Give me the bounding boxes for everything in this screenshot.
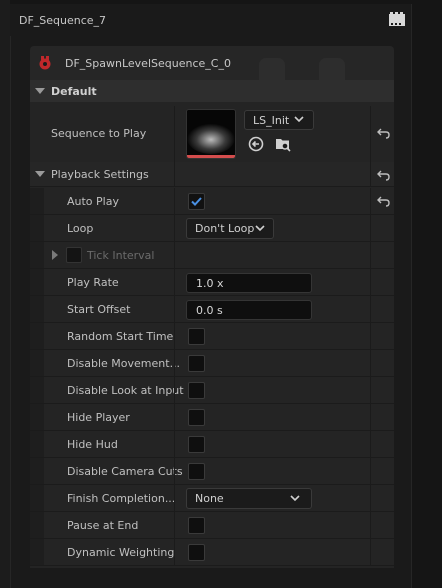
- chevron-down-icon: [255, 225, 265, 232]
- thumbnail-image: [187, 110, 235, 158]
- indent: [30, 404, 44, 430]
- reset-arrow-icon[interactable]: [377, 169, 391, 181]
- indent: [30, 539, 44, 565]
- property-label: Disable Movement...: [67, 357, 181, 370]
- sequence-thumbnail[interactable]: [186, 109, 236, 159]
- property-label: Finish Completion...: [67, 492, 176, 505]
- indent: [30, 350, 44, 376]
- header-tab: [319, 58, 345, 80]
- row-disable-movement: Disable Movement...: [30, 350, 394, 377]
- chevron-down-icon: [35, 88, 45, 94]
- disable-camera-cuts-checkbox[interactable]: [188, 463, 205, 480]
- column-divider: [174, 188, 175, 566]
- property-label: Start Offset: [67, 303, 131, 316]
- use-selected-arrow-icon[interactable]: [248, 136, 264, 152]
- hide-player-checkbox[interactable]: [188, 409, 205, 426]
- row-tick-interval[interactable]: Tick Interval: [30, 242, 394, 269]
- play-rate-value: 1.0 x: [196, 277, 224, 290]
- auto-play-checkbox[interactable]: [188, 193, 205, 210]
- indent: [30, 485, 44, 511]
- loop-value: Don't Loop: [195, 222, 255, 235]
- chevron-down-icon: [294, 116, 304, 123]
- pause-at-end-checkbox[interactable]: [188, 517, 205, 534]
- sequence-asset-value: LS_Init: [253, 114, 290, 127]
- blueprint-object-icon: [39, 56, 51, 70]
- disable-look-at-input-checkbox[interactable]: [188, 382, 205, 399]
- property-label: Disable Look at Input: [67, 384, 184, 397]
- indent: [30, 242, 44, 268]
- property-label: Auto Play: [67, 195, 119, 208]
- property-label: Sequence to Play: [51, 127, 147, 140]
- property-label: Tick Interval: [87, 249, 155, 262]
- property-label: Disable Camera Cuts: [67, 465, 183, 478]
- tick-interval-checkbox[interactable]: [66, 247, 82, 263]
- chevron-down-icon: [290, 495, 300, 502]
- category-default[interactable]: Default: [30, 80, 394, 102]
- disable-movement-checkbox[interactable]: [188, 355, 205, 372]
- window-title: DF_Sequence_7: [19, 14, 107, 27]
- indent: [30, 215, 44, 241]
- property-label: Play Rate: [67, 276, 119, 289]
- column-divider: [370, 188, 371, 566]
- dynamic-weighting-checkbox[interactable]: [188, 544, 205, 561]
- column-divider: [370, 162, 371, 186]
- browse-folder-icon[interactable]: [275, 136, 291, 152]
- category-playback-settings[interactable]: Playback Settings: [30, 162, 394, 187]
- row-disable-look-at-input: Disable Look at Input: [30, 377, 394, 404]
- film-sequence-icon[interactable]: [388, 11, 406, 27]
- finish-completion-combo[interactable]: None: [186, 488, 312, 509]
- category-label: Default: [51, 85, 97, 98]
- property-label: Hide Player: [67, 411, 130, 424]
- row-random-start-time: Random Start Time: [30, 323, 394, 350]
- property-label: Random Start Time: [67, 330, 174, 343]
- left-strip: [0, 0, 10, 588]
- indent: [30, 377, 44, 403]
- row-auto-play: Auto Play: [30, 188, 394, 215]
- row-dynamic-weighting: Dynamic Weighting: [30, 539, 394, 566]
- start-offset-value: 0.0 s: [196, 304, 223, 317]
- indent: [30, 431, 44, 457]
- indent: [30, 269, 44, 295]
- row-disable-camera-cuts: Disable Camera Cuts: [30, 458, 394, 485]
- sequence-asset-combo[interactable]: LS_Init: [244, 110, 314, 130]
- start-offset-input[interactable]: 0.0 s: [186, 300, 312, 320]
- header-tab: [259, 58, 285, 80]
- property-label: Hide Hud: [67, 438, 118, 451]
- column-divider: [174, 162, 175, 186]
- column-divider: [370, 106, 371, 162]
- loop-combo[interactable]: Don't Loop: [186, 218, 274, 239]
- reset-arrow-icon[interactable]: [377, 195, 391, 207]
- row-hide-hud: Hide Hud: [30, 431, 394, 458]
- finish-completion-value: None: [195, 492, 224, 505]
- indent: [30, 296, 44, 322]
- random-start-time-checkbox[interactable]: [188, 328, 205, 345]
- property-label: Pause at End: [67, 519, 139, 532]
- indent: [30, 458, 44, 484]
- hide-hud-checkbox[interactable]: [188, 436, 205, 453]
- chevron-down-icon: [35, 171, 45, 177]
- play-rate-input[interactable]: 1.0 x: [186, 273, 312, 293]
- indent: [30, 323, 44, 349]
- thumbnail-color-bar: [187, 155, 235, 158]
- indent: [30, 188, 44, 214]
- object-name: DF_SpawnLevelSequence_C_0: [65, 57, 231, 70]
- category-label: Playback Settings: [51, 168, 149, 181]
- column-divider: [174, 106, 175, 162]
- property-label: Loop: [67, 222, 94, 235]
- checkmark-icon: [191, 197, 202, 206]
- expand-arrow-icon[interactable]: [52, 250, 58, 260]
- row-pause-at-end: Pause at End: [30, 512, 394, 539]
- property-label: Dynamic Weighting: [67, 546, 175, 559]
- indent: [30, 512, 44, 538]
- reset-arrow-icon[interactable]: [377, 127, 391, 139]
- row-hide-player: Hide Player: [30, 404, 394, 431]
